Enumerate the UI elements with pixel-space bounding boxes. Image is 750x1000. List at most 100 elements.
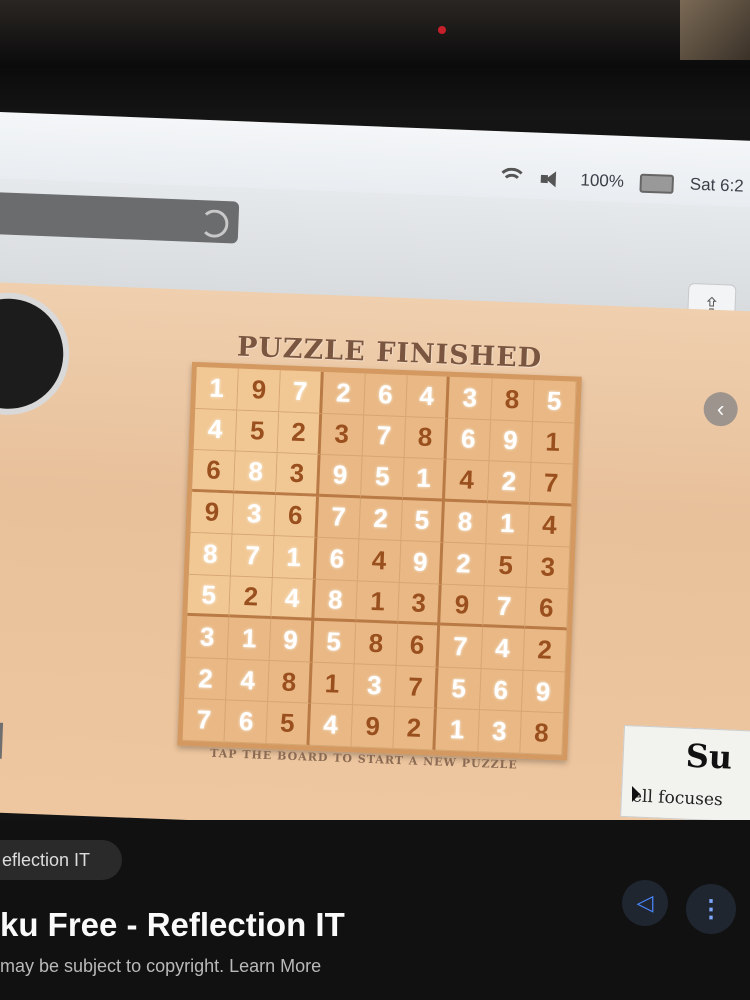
sudoku-cell[interactable]: 7 <box>279 370 324 414</box>
sudoku-cell[interactable]: 3 <box>276 453 321 497</box>
sudoku-cell[interactable]: 9 <box>351 705 396 749</box>
sudoku-cell[interactable]: 8 <box>268 660 313 705</box>
sudoku-cell[interactable]: 4 <box>481 627 525 671</box>
sudoku-cell[interactable]: 9 <box>237 368 282 412</box>
sudoku-cell[interactable]: 2 <box>393 707 438 751</box>
sudoku-cell[interactable]: 7 <box>231 534 275 578</box>
sudoku-cell[interactable]: 3 <box>232 493 277 537</box>
sudoku-cell[interactable]: 1 <box>310 662 355 706</box>
sudoku-cell[interactable]: 4 <box>528 504 572 548</box>
sudoku-cell[interactable]: 6 <box>524 587 569 631</box>
sudoku-cell[interactable]: 9 <box>489 419 533 464</box>
sudoku-cell[interactable]: 8 <box>354 622 399 666</box>
back-button[interactable]: ‹ <box>703 391 739 427</box>
sudoku-cell[interactable]: 5 <box>532 379 577 424</box>
sudoku-cell[interactable]: 6 <box>192 450 236 494</box>
sudoku-cell[interactable]: 7 <box>362 415 407 459</box>
sudoku-cell[interactable]: 1 <box>435 708 480 753</box>
sudoku-cell[interactable]: 8 <box>443 501 488 545</box>
sudoku-cell[interactable]: 5 <box>312 621 357 665</box>
volume-icon[interactable] <box>540 170 565 189</box>
sudoku-cell[interactable]: 7 <box>395 665 439 709</box>
sudoku-cell[interactable]: 7 <box>438 625 483 670</box>
circular-control[interactable] <box>0 290 72 418</box>
chevron-left-icon: ‹ <box>716 396 725 422</box>
sudoku-cell[interactable]: 9 <box>399 541 444 585</box>
battery-icon[interactable] <box>639 173 675 194</box>
sudoku-cell[interactable]: 1 <box>273 536 318 580</box>
sudoku-cell[interactable]: 2 <box>359 498 404 542</box>
sudoku-cell[interactable]: 4 <box>445 459 490 503</box>
sudoku-cell[interactable]: 5 <box>360 456 405 500</box>
sudoku-cell[interactable]: 6 <box>479 669 524 713</box>
sudoku-cell[interactable]: 2 <box>523 629 568 673</box>
sudoku-cell[interactable]: 4 <box>271 577 316 622</box>
sudoku-cell[interactable]: 2 <box>278 411 322 455</box>
sudoku-cell[interactable]: 9 <box>190 491 235 535</box>
sudoku-cell[interactable]: 6 <box>274 494 319 538</box>
address-bar[interactable] <box>0 191 240 244</box>
sudoku-cell[interactable]: 5 <box>484 544 529 588</box>
sudoku-cell[interactable]: 8 <box>520 712 564 756</box>
sudoku-cell[interactable]: 2 <box>184 657 228 701</box>
sudoku-cell[interactable]: 3 <box>526 546 571 590</box>
sudoku-cell[interactable]: 8 <box>234 451 279 495</box>
sudoku-cell[interactable]: 3 <box>320 413 365 457</box>
menu-clock[interactable]: Sat 6:2 <box>689 175 745 197</box>
sudoku-cell[interactable]: 1 <box>485 502 530 547</box>
sudoku-cell[interactable]: 7 <box>482 585 527 630</box>
sudoku-cell[interactable]: 5 <box>235 410 280 454</box>
battery-percent[interactable]: 100% <box>580 170 624 192</box>
sudoku-cell[interactable]: 4 <box>193 408 238 452</box>
wifi-icon[interactable] <box>495 167 527 199</box>
sudoku-cell[interactable]: 6 <box>446 418 491 462</box>
sudoku-cell[interactable]: 4 <box>226 659 271 703</box>
sudoku-cell[interactable]: 6 <box>396 624 441 668</box>
sudoku-cell[interactable]: 8 <box>490 378 535 422</box>
channel-name[interactable]: eflection IT <box>0 840 122 880</box>
sudoku-cell[interactable]: 6 <box>315 537 360 582</box>
sudoku-cell[interactable]: 5 <box>187 574 232 618</box>
sudoku-cell[interactable]: 5 <box>437 667 482 711</box>
sudoku-cell[interactable]: 5 <box>266 702 311 746</box>
sudoku-cell[interactable]: 5 <box>401 499 446 543</box>
sudoku-cell[interactable]: 2 <box>442 542 486 586</box>
sudoku-board[interactable]: 1972643854523786916839514279367258148716… <box>177 361 582 761</box>
sudoku-cell[interactable]: 6 <box>364 373 408 417</box>
sudoku-cell[interactable]: 8 <box>404 416 449 460</box>
sudoku-cell[interactable]: 1 <box>227 617 272 661</box>
sudoku-cell[interactable]: 4 <box>406 375 451 419</box>
sudoku-cell[interactable]: 7 <box>529 463 574 507</box>
sudoku-cell[interactable]: 7 <box>317 496 361 540</box>
sudoku-cell[interactable]: 3 <box>185 616 230 660</box>
share-button-circle[interactable]: ◁ <box>622 880 668 926</box>
sudoku-cell[interactable]: 6 <box>224 700 269 744</box>
sudoku-cell[interactable]: 7 <box>182 699 227 743</box>
sudoku-cell[interactable]: 8 <box>313 579 358 623</box>
sudoku-cell[interactable]: 1 <box>356 581 400 625</box>
sudoku-cell[interactable]: 9 <box>270 619 314 663</box>
side-tab[interactable] <box>0 722 4 759</box>
sudoku-cell[interactable]: 9 <box>440 584 485 628</box>
sudoku-cell[interactable]: 9 <box>521 670 566 714</box>
sudoku-cell[interactable]: 3 <box>448 376 493 420</box>
sudoku-cell[interactable]: 1 <box>195 367 240 411</box>
sudoku-cell[interactable]: 1 <box>403 458 447 502</box>
more-options-button[interactable]: ⋮ <box>686 884 736 934</box>
sudoku-cell[interactable]: 2 <box>321 371 366 416</box>
sudoku-cell[interactable]: 3 <box>352 664 397 708</box>
sudoku-cell[interactable]: 4 <box>309 704 353 748</box>
reload-icon[interactable] <box>199 209 229 239</box>
video-title[interactable]: ku Free - Reflection IT <box>0 906 345 944</box>
copyright-notice[interactable]: may be subject to copyright. Learn More <box>0 956 321 977</box>
sudoku-cell[interactable]: 3 <box>398 582 443 626</box>
sudoku-cell[interactable]: 2 <box>229 576 274 620</box>
sudoku-cell[interactable]: 8 <box>188 533 233 577</box>
ad-card[interactable]: Su ell focuses <box>620 724 750 824</box>
sudoku-cell[interactable]: 9 <box>318 454 363 499</box>
sudoku-cell[interactable]: 3 <box>477 710 522 754</box>
sudoku-cell[interactable]: 1 <box>531 421 575 465</box>
sudoku-cell[interactable]: 2 <box>487 461 532 505</box>
screen-bezel <box>0 0 750 120</box>
sudoku-cell[interactable]: 4 <box>357 539 402 583</box>
